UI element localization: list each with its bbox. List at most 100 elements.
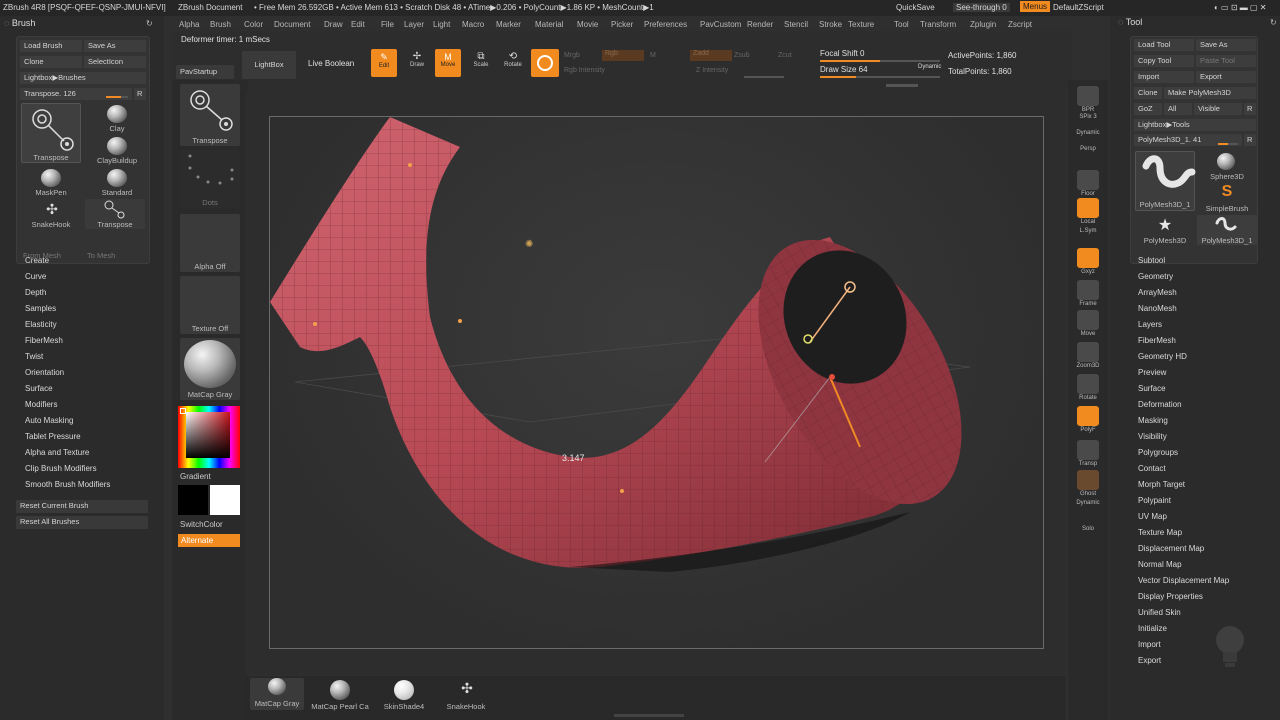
window-controls-icon[interactable]: ◐ ▭ ⊡ ▬ ▢ ✕	[1214, 3, 1266, 12]
menu-brush[interactable]: Brush	[210, 20, 231, 29]
tool-menu-nanomesh[interactable]: NanoMesh	[1138, 304, 1177, 313]
edit-button[interactable]: ✎ Edit	[371, 49, 397, 77]
alternate-button[interactable]: Alternate	[178, 534, 240, 547]
r-button[interactable]: R	[134, 88, 146, 100]
menu-texture[interactable]: Texture	[848, 20, 874, 29]
view-button-spix-3[interactable]: SPix 3	[1072, 114, 1104, 120]
brush-menu-auto-masking[interactable]: Auto Masking	[25, 416, 73, 425]
copy-tool-button[interactable]: Copy Tool	[1134, 55, 1194, 67]
clone-button[interactable]: Clone	[20, 56, 82, 68]
focal-shift-slider[interactable]: Focal Shift 0	[820, 49, 864, 58]
tool-thumb-simplebrush[interactable]: S SimpleBrush	[1197, 183, 1257, 213]
menu-picker[interactable]: Picker	[611, 20, 633, 29]
m-button[interactable]: M	[650, 52, 656, 59]
tool-menu-surface[interactable]: Surface	[1138, 384, 1166, 393]
view-button-local[interactable]: Local	[1072, 198, 1104, 225]
bottom-scroll-handle[interactable]	[614, 714, 684, 717]
lightbox-brushes-button[interactable]: Lightbox▶Brushes	[20, 72, 146, 84]
see-through-slider[interactable]: See-through 0	[953, 3, 1010, 12]
zcut-button[interactable]: Zcut	[778, 52, 792, 59]
menu-marker[interactable]: Marker	[496, 20, 521, 29]
rgb-intensity-slider[interactable]: Rgb Intensity	[564, 67, 605, 74]
zsub-button[interactable]: Zsub	[734, 52, 750, 59]
menu-macro[interactable]: Macro	[462, 20, 484, 29]
reset-all-brushes-button[interactable]: Reset All Brushes	[16, 516, 148, 529]
to-mesh-button[interactable]: To Mesh	[87, 251, 115, 260]
brush-menu-surface[interactable]: Surface	[25, 384, 53, 393]
save-as-button[interactable]: Save As	[84, 40, 146, 52]
tool-menu-geometry[interactable]: Geometry	[1138, 272, 1173, 281]
brush-thumb-clay[interactable]: Clay	[89, 103, 145, 133]
tool-menu-subtool[interactable]: Subtool	[1138, 256, 1165, 265]
brush-menu-modifiers[interactable]: Modifiers	[25, 400, 57, 409]
refresh-icon[interactable]: ↻	[1270, 18, 1277, 27]
tool-menu-contact[interactable]: Contact	[1138, 464, 1166, 473]
z-intensity-slider[interactable]: Z Intensity	[696, 67, 728, 74]
view-button-ghost[interactable]: Ghost	[1072, 470, 1104, 497]
view-button-rotate[interactable]: Rotate	[1072, 374, 1104, 401]
brush-thumb-transpose-large[interactable]: Transpose	[21, 103, 81, 163]
tool-menu-displacement-map[interactable]: Displacement Map	[1138, 544, 1204, 553]
menu-transform[interactable]: Transform	[920, 20, 956, 29]
tool-menu-deformation[interactable]: Deformation	[1138, 400, 1182, 409]
r-button[interactable]: R	[1244, 134, 1256, 146]
color-sv-square[interactable]	[186, 412, 230, 458]
draw-button[interactable]: ✢ Draw	[404, 51, 430, 77]
view-button-dynamic[interactable]: Dynamic	[1072, 500, 1104, 506]
brush-slot-snakehook[interactable]: ✣ SnakeHook	[438, 678, 494, 711]
make-polymesh-button[interactable]: Make PolyMesh3D	[1164, 87, 1256, 99]
tool-menu-morph-target[interactable]: Morph Target	[1138, 480, 1185, 489]
color-picker[interactable]	[178, 406, 240, 468]
brush-thumb-standard[interactable]: Standard	[89, 167, 145, 197]
menu-movie[interactable]: Movie	[577, 20, 598, 29]
menu-layer[interactable]: Layer	[404, 20, 424, 29]
move-button[interactable]: M Move	[435, 49, 461, 77]
main-color-swatch[interactable]	[210, 485, 240, 515]
r-button[interactable]: R	[1244, 103, 1256, 115]
alpha-selector[interactable]: Alpha Off	[180, 214, 240, 272]
menus-toggle[interactable]: Menus	[1020, 1, 1051, 12]
menu-alpha[interactable]: Alpha	[179, 20, 199, 29]
view-button-persp[interactable]: Persp	[1072, 146, 1104, 152]
view-button-polyf[interactable]: PolyF	[1072, 406, 1104, 433]
material-slot-matcap-gray[interactable]: MatCap Gray	[250, 678, 304, 710]
tool-menu-masking[interactable]: Masking	[1138, 416, 1168, 425]
tool-menu-geometry-hd[interactable]: Geometry HD	[1138, 352, 1187, 361]
import-button[interactable]: Import	[1134, 71, 1194, 83]
load-tool-button[interactable]: Load Tool	[1134, 39, 1194, 51]
view-button-move[interactable]: Move	[1072, 310, 1104, 337]
brush-menu-create[interactable]: Create	[25, 256, 49, 265]
brush-thumb-snakehook[interactable]: ✣ SnakeHook	[23, 199, 79, 229]
view-button-transp[interactable]: Transp	[1072, 440, 1104, 467]
draw-size-slider[interactable]: Draw Size 64	[820, 65, 868, 74]
view-button-bpr[interactable]: BPR	[1072, 86, 1104, 113]
menu-zplugin[interactable]: Zplugin	[970, 20, 996, 29]
rotate-button[interactable]: ⟲ Rotate	[500, 51, 526, 77]
shelf-scroll-handle[interactable]	[886, 84, 918, 87]
brush-menu-samples[interactable]: Samples	[25, 304, 56, 313]
reset-current-brush-button[interactable]: Reset Current Brush	[16, 500, 148, 513]
brush-menu-alpha-and-texture[interactable]: Alpha and Texture	[25, 448, 89, 457]
tool-menu-vector-displacement-map[interactable]: Vector Displacement Map	[1138, 576, 1229, 585]
menu-color[interactable]: Color	[244, 20, 263, 29]
tool-menu-unified-skin[interactable]: Unified Skin	[1138, 608, 1181, 617]
refresh-icon[interactable]: ↻	[146, 19, 153, 28]
view-button-solo[interactable]: Solo	[1072, 526, 1104, 532]
tool-thumb-sphere3d[interactable]: Sphere3D	[1197, 151, 1257, 181]
lightbox-tools-button[interactable]: Lightbox▶Tools	[1134, 119, 1256, 131]
gradient-label[interactable]: Gradient	[180, 472, 211, 481]
view-button-dynamic[interactable]: Dynamic	[1072, 130, 1104, 136]
scale-button[interactable]: ⧉ Scale	[468, 51, 494, 77]
tool-menu-texture-map[interactable]: Texture Map	[1138, 528, 1182, 537]
transpose-slider[interactable]: Transpose. 126	[20, 88, 132, 100]
menu-tool[interactable]: Tool	[894, 20, 909, 29]
menu-pavcustom[interactable]: PavCustom	[700, 20, 741, 29]
brush-thumb-transpose-small[interactable]: Transpose	[85, 199, 145, 229]
tool-thumb-polymesh3d-1b[interactable]: PolyMesh3D_1	[1197, 215, 1257, 245]
select-icon-button[interactable]: SelectIcon	[84, 56, 146, 68]
menu-preferences[interactable]: Preferences	[644, 20, 687, 29]
menu-file[interactable]: File	[381, 20, 394, 29]
menu-stencil[interactable]: Stencil	[784, 20, 808, 29]
tool-menu-polypaint[interactable]: Polypaint	[1138, 496, 1171, 505]
brush-menu-clip-brush-modifiers[interactable]: Clip Brush Modifiers	[25, 464, 97, 473]
